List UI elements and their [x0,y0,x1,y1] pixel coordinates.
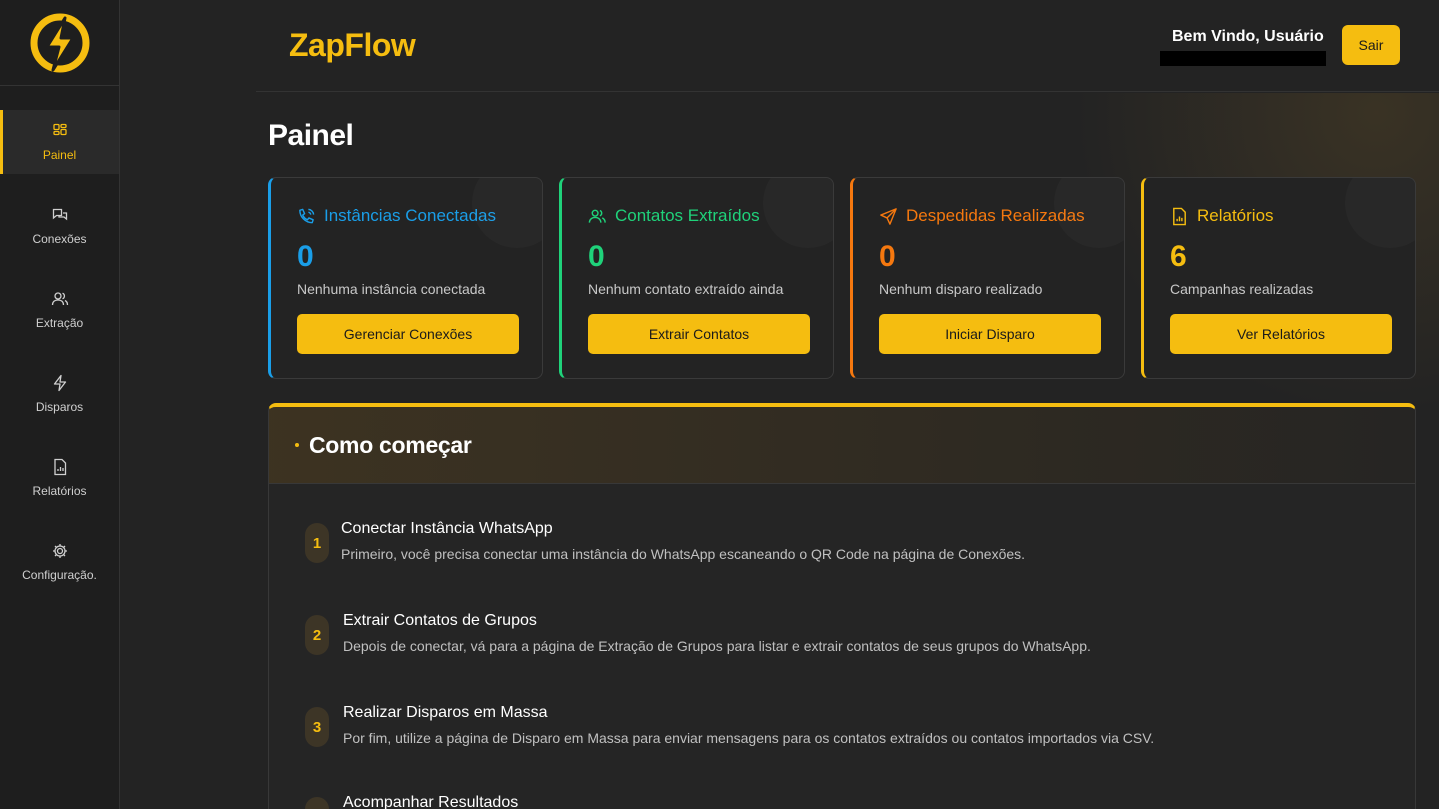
sidebar-item-label: Extração [35,316,84,330]
sidebar-item-label: Painel [42,148,77,162]
sidebar-item-relatorios[interactable]: Relatórios [0,446,119,510]
step-description: Primeiro, você precisa conectar uma inst… [341,546,1026,562]
step-title: Realizar Disparos em Massa [343,704,548,721]
contacts-icon [588,209,606,223]
guide-step: 2 Extrair Contatos de Grupos Depois de c… [305,612,1091,655]
app-root: Painel Conexões Extração Disparos Relató… [0,0,1439,809]
sidebar-item-conexoes[interactable]: Conexões [0,194,119,258]
sidebar-item-label: Conexões [32,232,87,246]
card-value: 0 [588,240,605,273]
card-title: Relatórios [1197,206,1274,225]
step-description: Por fim, utilize a página de Disparo em … [343,730,1155,746]
step-title: Conectar Instância WhatsApp [341,520,553,537]
card-title: Despedidas Realizadas [906,206,1085,225]
guide-step: 4 Acompanhar Resultados [305,794,518,809]
sidebar-item-extracao[interactable]: Extração [0,278,119,342]
sidebar-item-label: Relatórios [32,484,87,498]
view-reports-button[interactable]: Ver Relatórios [1170,314,1392,354]
card-instancias: Instâncias Conectadas 0 Nenhuma instânci… [268,177,543,379]
top-header: ZapFlow Bem Vindo, Usuário Sair [256,0,1439,92]
lightning-logo-icon [30,13,89,72]
card-disparos: Despedidas Realizadas 0 Nenhum disparo r… [850,177,1125,379]
bolt-icon [53,374,66,392]
bullet-dot-icon [295,443,299,447]
sidebar: Painel Conexões Extração Disparos Relató… [0,0,120,809]
guide-header: Como começar [269,407,1415,484]
guide-step: 3 Realizar Disparos em Massa Por fim, ut… [305,704,1154,747]
sidebar-item-configuracao[interactable]: Configuração. [0,530,119,594]
extract-contacts-button[interactable]: Extrair Contatos [588,314,810,354]
logo-area [0,0,119,86]
sidebar-item-disparos[interactable]: Disparos [0,362,119,426]
sidebar-nav: Painel Conexões Extração Disparos Relató… [0,86,119,594]
phone-icon [299,208,315,223]
step-number: 3 [305,707,329,747]
card-relatorios: Relatórios 6 Campanhas realizadas Ver Re… [1141,177,1416,379]
welcome-text: Bem Vindo, Usuário [1172,28,1324,45]
card-description: Campanhas realizadas [1170,281,1314,297]
gear-icon [52,544,67,558]
dashboard-icon [52,123,67,136]
start-dispatch-button[interactable]: Iniciar Disparo [879,314,1101,354]
step-number: 4 [305,797,329,809]
step-number: 2 [305,615,329,655]
card-title: Contatos Extraídos [615,206,760,225]
users-icon [51,292,68,306]
chat-icon [52,208,67,221]
sidebar-item-label: Configuração. [22,568,97,582]
card-value: 6 [1170,240,1187,273]
logout-button[interactable]: Sair [1342,25,1400,65]
card-description: Nenhuma instância conectada [297,281,486,297]
getting-started-panel: Como começar 1 Conectar Instância WhatsA… [268,403,1416,809]
manage-connections-button[interactable]: Gerenciar Conexões [297,314,519,354]
card-value: 0 [879,240,896,273]
card-title: Instâncias Conectadas [324,206,496,225]
card-description: Nenhum contato extraído ainda [588,281,784,297]
guide-step: 1 Conectar Instância WhatsApp Primeiro, … [305,520,1025,563]
page-title: Painel [268,119,354,152]
file-chart-icon [1173,207,1186,225]
step-title: Extrair Contatos de Grupos [343,612,537,629]
step-title: Acompanhar Resultados [343,794,519,809]
step-number: 1 [305,523,329,563]
main-content: Painel Instâncias Conectadas 0 Nenhuma i… [256,93,1439,809]
card-contatos: Contatos Extraídos 0 Nenhum contato extr… [559,177,834,379]
step-description: Depois de conectar, vá para a página de … [343,638,1091,654]
sidebar-item-painel[interactable]: Painel [0,110,119,174]
guide-title: Como começar [309,431,472,458]
card-description: Nenhum disparo realizado [879,281,1043,297]
send-icon [880,207,897,225]
sidebar-item-label: Disparos [35,400,84,414]
report-icon [53,458,66,476]
card-value: 0 [297,240,314,273]
brand-title: ZapFlow [289,27,416,63]
redacted-email [1160,51,1326,66]
